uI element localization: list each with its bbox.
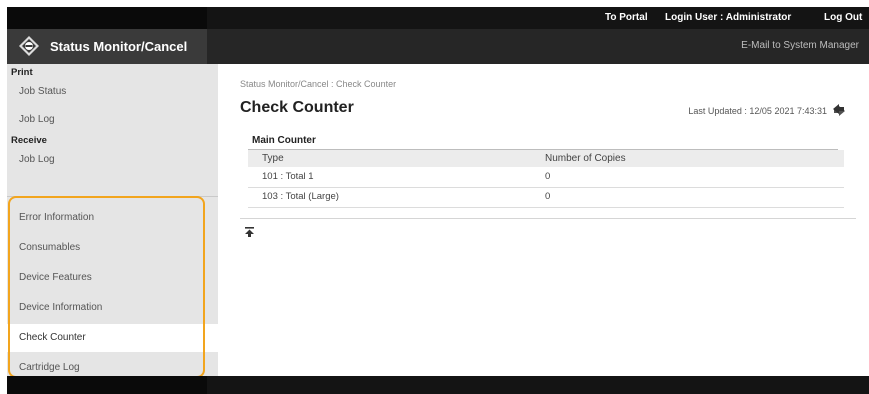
sidebar-item-label: Check Counter — [19, 332, 86, 343]
sidebar-group-receive: Receive — [11, 135, 47, 146]
sidebar-item-receive-job-log[interactable]: Job Log — [7, 146, 218, 174]
last-updated-label: Last Updated : 12/05 2021 7:43:31 — [688, 106, 827, 116]
counter-type: 103 : Total (Large) — [262, 191, 339, 202]
back-to-top-icon[interactable] — [245, 227, 254, 237]
footer-left-block — [7, 376, 207, 394]
counter-value: 0 — [545, 171, 551, 182]
sidebar-item-label: Job Log — [19, 114, 55, 125]
footer-bar — [7, 376, 869, 394]
table-row: 101 : Total 1 0 — [248, 168, 844, 188]
refresh-icon[interactable] — [831, 102, 847, 118]
topbar-left-block — [7, 7, 207, 29]
app-title: Status Monitor/Cancel — [50, 39, 188, 54]
counter-value: 0 — [545, 191, 551, 202]
login-user-label: Login User : Administrator — [665, 12, 792, 23]
sidebar-item-print-job-status[interactable]: Job Status — [7, 78, 218, 106]
sidebar-item-label: Job Status — [19, 86, 67, 97]
table-row: 103 : Total (Large) 0 — [248, 188, 844, 208]
sidebar-item-label: Job Log — [19, 154, 55, 165]
sidebar: Print Job Status Job Log Receive Job Log… — [7, 64, 218, 376]
sidebar-group-print: Print — [11, 67, 33, 78]
main-counter-title: Main Counter — [252, 135, 316, 146]
table-header: Type Number of Copies — [248, 150, 844, 167]
sidebar-item-check-counter[interactable]: Check Counter — [7, 324, 218, 352]
column-header-copies: Number of Copies — [545, 153, 626, 164]
sidebar-item-label: Consumables — [19, 242, 81, 253]
sidebar-item-label: Error Information — [19, 212, 95, 223]
sidebar-item-device-information[interactable]: Device Information — [7, 294, 218, 322]
email-system-manager-link[interactable]: E-Mail to System Manager — [741, 40, 859, 51]
breadcrumb: Status Monitor/Cancel : Check Counter — [240, 79, 397, 89]
page-title: Check Counter — [240, 99, 354, 116]
to-portal-link[interactable]: To Portal — [605, 12, 648, 23]
content-divider — [240, 218, 856, 219]
sidebar-item-error-information[interactable]: Error Information — [7, 204, 218, 232]
sidebar-item-label: Cartridge Log — [19, 362, 80, 373]
sidebar-item-label: Device Features — [19, 272, 92, 283]
sidebar-divider — [7, 196, 218, 197]
status-monitor-icon — [19, 36, 39, 56]
log-out-link[interactable]: Log Out — [824, 12, 862, 23]
column-header-type: Type — [262, 153, 284, 164]
top-utility-bar: To Portal Login User : Administrator Log… — [7, 7, 869, 29]
app-frame: To Portal Login User : Administrator Log… — [7, 7, 869, 394]
main-content: Status Monitor/Cancel : Check Counter Ch… — [218, 64, 869, 376]
counter-type: 101 : Total 1 — [262, 171, 314, 182]
sidebar-item-consumables[interactable]: Consumables — [7, 234, 218, 262]
sidebar-item-label: Device Information — [19, 302, 103, 313]
sidebar-item-device-features[interactable]: Device Features — [7, 264, 218, 292]
app-header: Status Monitor/Cancel E-Mail to System M… — [7, 29, 869, 64]
sidebar-item-print-job-log[interactable]: Job Log — [7, 106, 218, 134]
